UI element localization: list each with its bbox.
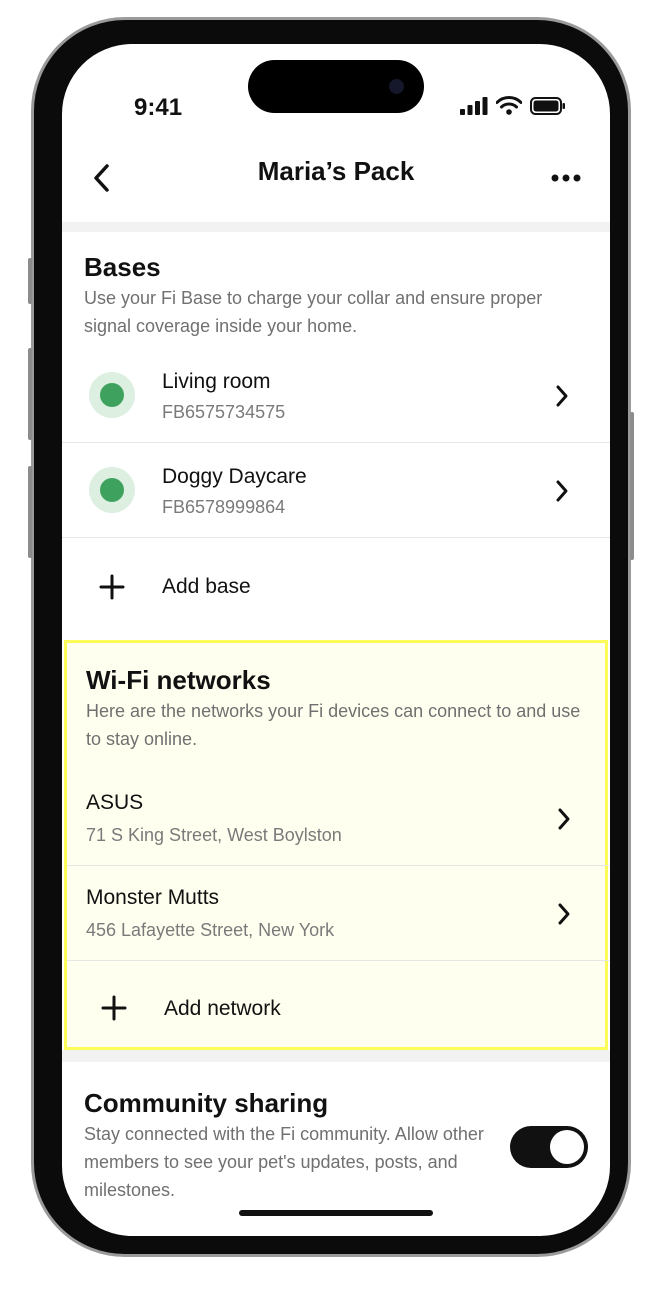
status-bar: 9:41 bbox=[62, 44, 610, 134]
wifi-icon bbox=[496, 96, 522, 115]
community-heading: Community sharing bbox=[84, 1088, 329, 1118]
camera-icon bbox=[389, 79, 404, 94]
chevron-right-icon bbox=[556, 385, 568, 407]
navigation-bar: Maria’s Pack bbox=[62, 134, 610, 222]
chevron-right-icon bbox=[558, 808, 570, 830]
wifi-description: Here are the networks your Fi devices ca… bbox=[86, 701, 581, 749]
home-indicator[interactable] bbox=[239, 1210, 433, 1216]
community-description: Stay connected with the Fi community. Al… bbox=[84, 1124, 484, 1200]
cellular-signal-icon bbox=[460, 96, 488, 115]
base-status-dot bbox=[100, 383, 124, 407]
bases-section: Bases Use your Fi Base to charge your co… bbox=[62, 232, 610, 640]
chevron-right-icon bbox=[558, 903, 570, 925]
add-base-button[interactable]: Add base bbox=[62, 539, 610, 633]
screen: 9:41 Maria’s Pack Bases Use your Fi Base… bbox=[62, 44, 610, 1236]
plus-icon bbox=[101, 995, 127, 1021]
bases-heading: Bases bbox=[84, 252, 161, 282]
side-button-volume-down bbox=[28, 466, 32, 558]
base-row-living-room[interactable]: Living room FB6575734575 bbox=[62, 348, 610, 443]
side-button-silent bbox=[28, 258, 32, 304]
phone-frame: 9:41 Maria’s Pack Bases Use your Fi Base… bbox=[28, 17, 634, 1257]
wifi-network-name: ASUS bbox=[86, 791, 144, 814]
side-button-power bbox=[630, 412, 634, 560]
chevron-right-icon bbox=[556, 480, 568, 502]
base-serial: FB6575734575 bbox=[162, 402, 286, 422]
side-button-volume-up bbox=[28, 348, 32, 440]
base-row-doggy-daycare[interactable]: Doggy Daycare FB6578999864 bbox=[62, 443, 610, 538]
community-sharing-toggle[interactable] bbox=[510, 1126, 588, 1168]
add-base-label: Add base bbox=[162, 575, 251, 598]
base-status-indicator bbox=[89, 467, 135, 513]
add-network-label: Add network bbox=[164, 997, 281, 1020]
battery-icon bbox=[530, 96, 565, 115]
wifi-network-address: 456 Lafayette Street, New York bbox=[86, 920, 335, 940]
wifi-row-asus[interactable]: ASUS 71 S King Street, West Boylston bbox=[64, 771, 610, 866]
wifi-row-monster-mutts[interactable]: Monster Mutts 456 Lafayette Street, New … bbox=[64, 866, 610, 961]
status-time: 9:41 bbox=[134, 94, 183, 121]
toggle-knob bbox=[550, 1130, 584, 1164]
section-separator bbox=[62, 1050, 610, 1062]
add-network-button[interactable]: Add network bbox=[64, 961, 610, 1055]
wifi-heading: Wi-Fi networks bbox=[86, 665, 271, 695]
dynamic-island bbox=[248, 60, 424, 113]
base-serial: FB6578999864 bbox=[162, 497, 286, 517]
wifi-network-address: 71 S King Street, West Boylston bbox=[86, 825, 342, 845]
more-options-icon[interactable] bbox=[550, 168, 582, 188]
plus-icon bbox=[99, 574, 125, 600]
base-name: Doggy Daycare bbox=[162, 465, 307, 488]
bases-description: Use your Fi Base to charge your collar a… bbox=[84, 288, 543, 336]
wifi-networks-section: Wi-Fi networks Here are the networks you… bbox=[64, 640, 610, 1050]
base-name: Living room bbox=[162, 370, 271, 393]
base-status-indicator bbox=[89, 372, 135, 418]
page-title: Maria’s Pack bbox=[257, 156, 415, 186]
base-status-dot bbox=[100, 478, 124, 502]
wifi-network-name: Monster Mutts bbox=[86, 886, 220, 909]
status-icons bbox=[460, 96, 566, 115]
row-divider bbox=[62, 537, 610, 538]
section-separator bbox=[62, 222, 610, 232]
